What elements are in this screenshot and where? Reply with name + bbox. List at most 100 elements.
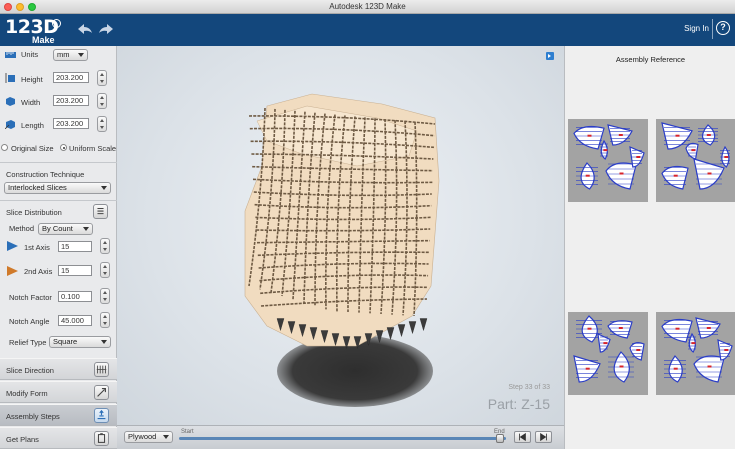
- step-counter: Step 33 of 33: [508, 384, 550, 391]
- units-icon: [5, 52, 16, 58]
- width-field[interactable]: 203.200: [53, 95, 89, 106]
- part-marker: [707, 172, 712, 175]
- slice-direction-section[interactable]: Slice Direction: [0, 358, 117, 380]
- sign-in-link[interactable]: Sign In: [684, 24, 709, 33]
- logo-subtext: Make: [32, 35, 55, 45]
- maximize-window-icon[interactable]: [28, 3, 36, 11]
- first-axis-label: 1st Axis: [24, 243, 50, 252]
- assembly-reference-panel: Assembly Reference: [564, 46, 735, 449]
- chevron-down-icon: [78, 53, 84, 57]
- second-axis-icon: [7, 266, 18, 276]
- relief-type-select[interactable]: Square: [49, 336, 111, 348]
- height-icon: [5, 73, 15, 83]
- notch-angle-stepper[interactable]: [100, 312, 110, 328]
- first-axis-field[interactable]: 15: [58, 241, 92, 252]
- get-plans-label: Get Plans: [6, 435, 39, 444]
- material-select[interactable]: Plywood: [124, 431, 173, 443]
- units-select[interactable]: mm: [53, 49, 88, 61]
- app-logo[interactable]: 123D Make: [5, 16, 65, 46]
- part-marker: [618, 327, 623, 329]
- original-size-radio[interactable]: [1, 144, 8, 151]
- previous-step-button[interactable]: [514, 431, 531, 443]
- cut-part: [661, 165, 689, 190]
- slice-distribution-menu-button[interactable]: [93, 204, 108, 219]
- get-plans-icon: [94, 431, 109, 446]
- height-stepper[interactable]: [97, 70, 107, 86]
- length-field[interactable]: 203.200: [53, 118, 89, 129]
- part-marker: [691, 149, 696, 152]
- relief-type-value: Square: [53, 337, 78, 346]
- first-axis-icon: [7, 241, 18, 251]
- part-marker: [691, 342, 696, 345]
- list-icon: [97, 207, 104, 215]
- get-plans-section[interactable]: Get Plans: [0, 427, 117, 449]
- modify-form-section[interactable]: Modify Form: [0, 381, 117, 403]
- notch-factor-stepper[interactable]: [100, 288, 110, 304]
- close-window-icon[interactable]: [4, 3, 12, 11]
- model-face: [386, 327, 395, 341]
- cut-parts-layout: [573, 315, 645, 383]
- skip-back-icon: [519, 432, 526, 442]
- skip-forward-icon: [540, 432, 547, 442]
- construction-technique-value: Interlocked Slices: [8, 183, 67, 192]
- modify-form-label: Modify Form: [6, 389, 48, 398]
- chevron-down-icon: [101, 340, 107, 344]
- notch-factor-field[interactable]: 0.100: [58, 291, 92, 302]
- part-marker: [618, 134, 623, 136]
- panel-toggle-icon[interactable]: [546, 52, 554, 60]
- window-titlebar: Autodesk 123D Make: [0, 0, 735, 14]
- part-marker: [636, 156, 641, 158]
- part-marker: [603, 342, 608, 345]
- timeline-slider-handle[interactable]: [496, 434, 504, 443]
- units-select-value: mm: [57, 50, 70, 59]
- part-marker: [675, 327, 680, 330]
- second-axis-field[interactable]: 15: [58, 265, 92, 276]
- timeline-track[interactable]: [179, 437, 506, 440]
- undo-icon[interactable]: [77, 22, 93, 36]
- part-marker: [673, 174, 678, 177]
- assembly-steps-section[interactable]: Assembly Steps: [0, 404, 117, 426]
- height-field[interactable]: 203.200: [53, 72, 89, 83]
- part-marker: [673, 367, 678, 370]
- assembly-timeline-bar: Plywood Start End: [117, 425, 564, 449]
- part-marker: [619, 365, 624, 368]
- length-stepper[interactable]: [97, 116, 107, 132]
- timeline-start-label: Start: [181, 429, 194, 435]
- 3d-viewport[interactable]: Step 33 of 33 Part: Z-15: [117, 46, 564, 425]
- model-slices: [244, 93, 440, 350]
- slice-direction-icon: [94, 362, 109, 377]
- construction-technique-select[interactable]: Interlocked Slices: [4, 182, 111, 194]
- part-marker: [636, 349, 641, 351]
- help-button[interactable]: ?: [716, 21, 730, 35]
- notch-angle-field[interactable]: 45.000: [58, 315, 92, 326]
- length-icon: [5, 120, 15, 129]
- construction-technique-label: Construction Technique: [6, 170, 85, 179]
- waffle-model-render[interactable]: [117, 46, 564, 425]
- header-divider: [712, 19, 713, 39]
- second-axis-stepper[interactable]: [100, 262, 110, 278]
- assembly-steps-icon: [94, 408, 109, 423]
- width-stepper[interactable]: [97, 93, 107, 109]
- cut-parts-layout: [661, 122, 730, 190]
- redo-icon[interactable]: [98, 22, 114, 36]
- model-face: [419, 318, 428, 332]
- part-marker: [706, 134, 711, 136]
- material-select-value: Plywood: [128, 432, 157, 441]
- sheet-thumbnail[interactable]: [568, 312, 648, 395]
- minimize-window-icon[interactable]: [16, 3, 24, 11]
- chevron-down-icon: [101, 186, 107, 190]
- logo-menu-icon: [52, 19, 61, 28]
- part-marker: [587, 327, 592, 330]
- sheet-thumbnail[interactable]: [656, 312, 735, 395]
- slice-distribution-label: Slice Distribution: [6, 208, 62, 217]
- method-select[interactable]: By Count: [38, 223, 93, 235]
- assembly-steps-label: Assembly Steps: [6, 412, 60, 421]
- method-label: Method: [9, 224, 35, 233]
- first-axis-stepper[interactable]: [100, 238, 110, 254]
- cut-part: [629, 342, 645, 361]
- next-step-button[interactable]: [535, 431, 552, 443]
- model-face: [408, 321, 417, 335]
- sheet-thumbnail[interactable]: [568, 119, 648, 202]
- sheet-thumbnail[interactable]: [656, 119, 735, 202]
- uniform-scale-radio[interactable]: [60, 144, 67, 151]
